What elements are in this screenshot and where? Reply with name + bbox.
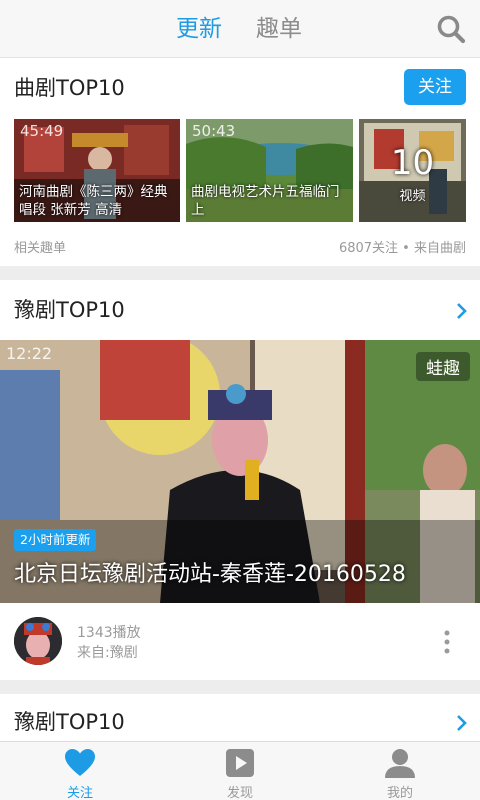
video-caption: 曲剧电视艺术片五福临门上 xyxy=(191,184,340,218)
playlist-meta: 6807关注 • 来自曲剧 xyxy=(338,241,466,256)
heart-icon xyxy=(65,749,95,776)
nav-discover[interactable]: 发现 xyxy=(160,742,320,800)
playlist-title[interactable]: 豫剧TOP10 xyxy=(14,296,125,324)
avatar-image xyxy=(14,617,62,665)
nav-label: 发现 xyxy=(226,786,253,800)
play-count: 1343播放 xyxy=(77,625,141,641)
avatar[interactable] xyxy=(14,617,62,665)
tab-updates[interactable]: 更新 xyxy=(176,14,222,44)
video-thumbnail-2[interactable]: 50:43 曲剧电视艺术片五福临门上 xyxy=(186,119,353,222)
video-thumbnail-1[interactable]: 45:49 河南曲剧《陈三两》经典唱段 张新芳 高清 xyxy=(14,119,180,222)
video-count-thumbnail[interactable]: 10 视频 xyxy=(359,119,466,222)
playlist-card-yuju: 豫剧TOP10 12:22 蛙趣 2小时前更新 北京日坛豫剧活动站-秦香莲-20… xyxy=(0,280,480,680)
featured-video[interactable]: 12:22 蛙趣 2小时前更新 北京日坛豫剧活动站-秦香莲-20160528 xyxy=(0,340,480,603)
follow-button[interactable]: 关注 xyxy=(404,69,466,105)
video-duration: 50:43 xyxy=(192,122,236,140)
nav-label: 我的 xyxy=(386,786,413,800)
related-playlists-link[interactable]: 相关趣单 xyxy=(14,237,66,256)
chevron-right-icon[interactable] xyxy=(456,302,468,320)
update-badge: 2小时前更新 xyxy=(14,529,97,551)
person-icon xyxy=(385,749,415,778)
brand-watermark: 蛙趣 xyxy=(416,352,470,381)
video-count-unit: 视频 xyxy=(399,189,426,204)
chevron-right-icon[interactable] xyxy=(456,714,468,732)
video-duration: 12:22 xyxy=(6,344,53,363)
video-title: 北京日坛豫剧活动站-秦香莲-20160528 xyxy=(14,562,406,587)
video-count: 10 xyxy=(390,143,435,183)
playlist-card-quju: 曲剧TOP10 关注 45:49 河南曲剧《陈三两》经典唱段 张新芳 高清 50… xyxy=(0,58,480,266)
top-bar: 更新 趣单 xyxy=(0,0,480,58)
video-caption: 河南曲剧《陈三两》经典唱段 张新芳 高清 xyxy=(19,184,168,218)
tab-playlists[interactable]: 趣单 xyxy=(256,14,302,44)
play-icon xyxy=(226,749,254,777)
video-duration: 45:49 xyxy=(20,122,64,140)
playlist-title[interactable]: 曲剧TOP10 xyxy=(14,74,125,102)
nav-label: 关注 xyxy=(66,786,93,800)
more-options-icon[interactable] xyxy=(444,630,450,654)
video-source: 来自:豫剧 xyxy=(77,645,138,661)
nav-follow[interactable]: 关注 xyxy=(0,742,160,800)
bottom-nav: 关注 发现 我的 xyxy=(0,741,480,800)
playlist-title[interactable]: 豫剧TOP10 xyxy=(14,708,125,736)
nav-mine[interactable]: 我的 xyxy=(320,742,480,800)
search-icon[interactable] xyxy=(436,14,466,44)
